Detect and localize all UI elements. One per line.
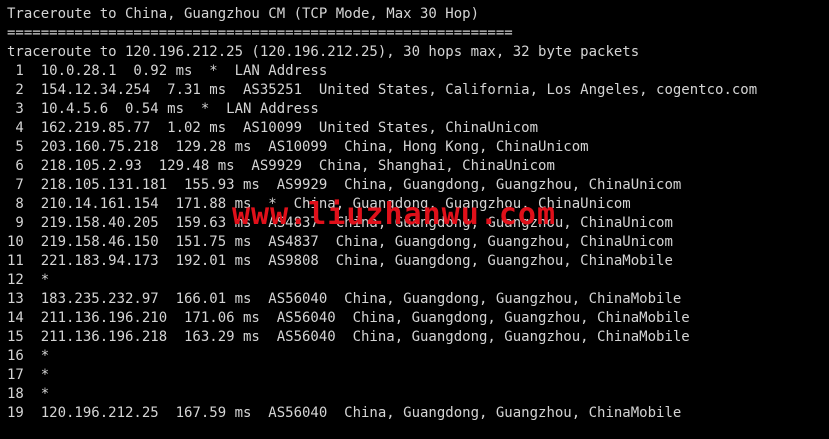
hop-row-9: 9 219.158.40.205 159.63 ms AS4837 China,… [7,215,673,231]
traceroute-command-output: traceroute to 120.196.212.25 (120.196.21… [7,44,640,60]
hop-row-4: 4 162.219.85.77 1.02 ms AS10099 United S… [7,120,539,136]
traceroute-title: Traceroute to China, Guangzhou CM (TCP M… [7,6,480,22]
hop-row-11: 11 221.183.94.173 192.01 ms AS9808 China… [7,253,673,269]
hop-row-1: 1 10.0.28.1 0.92 ms * LAN Address [7,63,328,79]
hop-row-18: 18 * [7,386,50,402]
hop-row-3: 3 10.4.5.6 0.54 ms * LAN Address [7,101,319,117]
hop-row-2: 2 154.12.34.254 7.31 ms AS35251 United S… [7,82,758,98]
hop-row-8: 8 210.14.161.154 171.88 ms * China, Guan… [7,196,631,212]
hop-row-16: 16 * [7,348,50,364]
terminal-window[interactable]: Traceroute to China, Guangzhou CM (TCP M… [0,0,829,439]
hop-row-5: 5 203.160.75.218 129.28 ms AS10099 China… [7,139,589,155]
hop-row-7: 7 218.105.131.181 155.93 ms AS9929 China… [7,177,682,193]
hop-row-10: 10 219.158.46.150 151.75 ms AS4837 China… [7,234,673,250]
hop-row-15: 15 211.136.196.218 163.29 ms AS56040 Chi… [7,329,690,345]
separator-line: ========================================… [7,25,513,41]
hop-row-17: 17 * [7,367,50,383]
hop-row-14: 14 211.136.196.210 171.06 ms AS56040 Chi… [7,310,690,326]
hop-row-6: 6 218.105.2.93 129.48 ms AS9929 China, S… [7,158,555,174]
hop-row-13: 13 183.235.232.97 166.01 ms AS56040 Chin… [7,291,682,307]
hop-row-19: 19 120.196.212.25 167.59 ms AS56040 Chin… [7,405,682,421]
hop-row-12: 12 * [7,272,50,288]
